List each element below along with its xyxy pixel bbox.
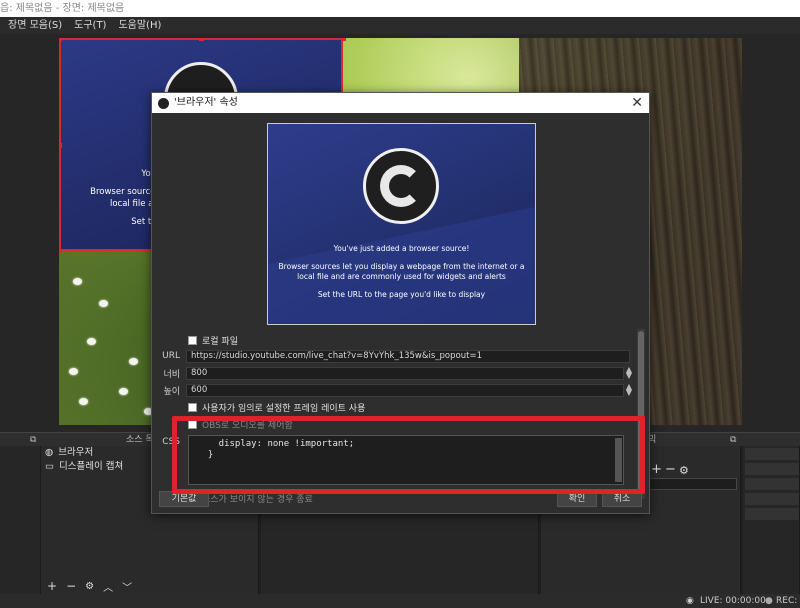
control-button[interactable]: [745, 463, 799, 475]
preview-text-3: local file and are commonly used for wid…: [297, 272, 506, 281]
controls-panel: [743, 446, 800, 594]
rec-status: REC:: [776, 596, 798, 606]
obs-logo-icon: [363, 148, 439, 224]
custom-fps-label: 사용자가 임의로 설정한 프레임 레이트 사용: [202, 403, 366, 414]
resize-handle[interactable]: [199, 38, 204, 41]
height-spinner-icon[interactable]: ▲ ▼: [624, 382, 634, 397]
status-bar: ◉ LIVE: 00:00:00 ● REC:: [0, 594, 800, 608]
custom-fps-checkbox[interactable]: [188, 402, 197, 412]
url-label: URL: [162, 351, 180, 361]
live-status: LIVE: 00:00:00: [700, 596, 766, 606]
control-button[interactable]: [745, 448, 799, 460]
height-label: 높이: [163, 386, 180, 397]
chevron-down-icon[interactable]: ﹀: [122, 579, 132, 594]
preview-text-2: Browser sources let you display a webpag…: [278, 262, 525, 271]
height-input[interactable]: 600: [186, 383, 624, 397]
preview-text-4: Set the URL to the page you'd like to di…: [317, 290, 486, 299]
control-button[interactable]: [745, 493, 799, 505]
sources-dock-title: 소스 목: [126, 435, 154, 445]
chevron-up-icon[interactable]: ︿: [103, 579, 113, 594]
sources-toolbar: + − ⚙ ︿ ﹀: [41, 578, 259, 594]
scenes-float-icon[interactable]: ⧉: [30, 433, 36, 447]
local-file-checkbox[interactable]: [188, 335, 197, 345]
source-label: 브라우저: [58, 447, 94, 458]
menu-bar: 장면 모음(S) 도구(T) 도움말(H): [0, 17, 800, 34]
monitor-icon: ▭: [45, 461, 54, 472]
remove-icon[interactable]: −: [66, 579, 76, 593]
resize-handle[interactable]: [59, 38, 62, 41]
width-input[interactable]: 800: [186, 366, 624, 380]
add-icon[interactable]: +: [47, 579, 57, 593]
source-label: 디스플레이 캡쳐: [58, 461, 124, 472]
local-file-label: 로컬 파일: [202, 336, 238, 347]
local-file-row[interactable]: 로컬 파일: [188, 333, 666, 347]
width-row: 너비 800 ▲ ▼: [156, 365, 634, 380]
scenes-panel: [0, 446, 41, 594]
duration-field[interactable]: [649, 478, 737, 490]
live-indicator-icon: ◉: [686, 596, 694, 606]
rec-indicator-icon: ●: [765, 596, 773, 606]
close-icon[interactable]: ✕: [631, 93, 643, 113]
transition-gear-icon[interactable]: ⚙: [679, 464, 689, 477]
browser-preview: You've just added a browser source! Brow…: [267, 123, 536, 325]
dock-float-icon[interactable]: ⧉: [730, 433, 736, 447]
window-title: 읍: 제목없음 - 장면: 제목없음: [0, 3, 125, 14]
control-button[interactable]: [745, 478, 799, 490]
height-row: 높이 600 ▲ ▼: [156, 382, 634, 397]
menu-item-help[interactable]: 도움말(H): [118, 17, 161, 34]
resize-handle[interactable]: [59, 249, 62, 254]
control-button[interactable]: [745, 508, 799, 520]
custom-fps-row[interactable]: 사용자가 임의로 설정한 프레임 레이트 사용: [188, 400, 666, 414]
resize-handle[interactable]: [59, 143, 62, 148]
url-row: URL https://studio.youtube.com/live_chat…: [156, 349, 634, 363]
transition-remove-icon[interactable]: −: [665, 462, 676, 477]
menu-item-scene-collection[interactable]: 장면 모음(S): [8, 17, 62, 34]
url-input[interactable]: https://studio.youtube.com/live_chat?v=8…: [186, 349, 630, 363]
width-spinner-icon[interactable]: ▲ ▼: [624, 365, 634, 380]
highlight-annotation: [172, 416, 645, 494]
obs-app-icon: [158, 98, 169, 109]
window-title-bar: 읍: 제목없음 - 장면: 제목없음: [0, 0, 800, 17]
dialog-title: '브라우저' 속성: [174, 97, 238, 108]
preview-text-1: You've just added a browser source!: [333, 244, 470, 253]
globe-icon: ◍: [45, 447, 54, 458]
menu-item-tools[interactable]: 도구(T): [74, 17, 106, 34]
resize-handle[interactable]: [341, 38, 346, 41]
gear-icon[interactable]: ⚙: [85, 581, 94, 592]
dialog-title-bar: '브라우저' 속성 ✕: [152, 93, 649, 113]
width-label: 너비: [163, 369, 180, 380]
transition-add-icon[interactable]: +: [651, 462, 662, 477]
